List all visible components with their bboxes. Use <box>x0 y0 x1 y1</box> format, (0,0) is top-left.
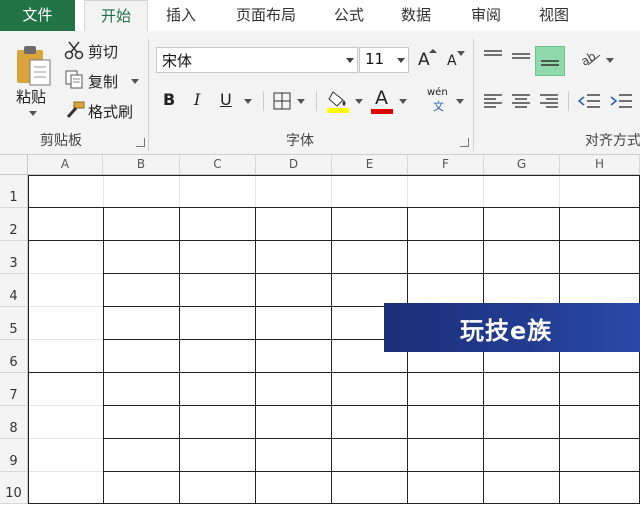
tab-home[interactable]: 开始 <box>84 0 148 32</box>
increase-font-label: A <box>418 50 430 70</box>
borders-dropdown-icon[interactable] <box>297 99 305 104</box>
scissors-icon <box>64 41 84 60</box>
font-color-dropdown-icon[interactable] <box>399 99 407 104</box>
font-color-label: A <box>375 87 388 109</box>
paste-label: 粘贴 <box>16 88 47 106</box>
copy-label: 复制 <box>88 73 119 91</box>
font-name-value: 宋体 <box>162 52 193 70</box>
align-left-icon[interactable] <box>484 93 502 109</box>
orientation-dropdown-icon[interactable] <box>606 58 614 63</box>
watermark-text: 玩技e族 <box>460 317 553 345</box>
paste-icon <box>17 46 51 86</box>
watermark-banner: 玩技e族 <box>384 303 640 352</box>
phonetic-bottom-label: 文 <box>433 100 444 113</box>
tab-view[interactable]: 视图 <box>530 0 578 31</box>
align-right-icon[interactable] <box>540 93 558 109</box>
group-divider <box>473 39 474 151</box>
font-size-select[interactable]: 11 <box>359 47 409 73</box>
underline-dropdown-icon[interactable] <box>244 99 252 104</box>
phonetic-dropdown-icon[interactable] <box>456 99 464 104</box>
align-top-icon[interactable] <box>484 49 502 63</box>
format-painter-label: 格式刷 <box>88 103 134 121</box>
paint-bucket-icon <box>327 91 349 113</box>
format-painter-icon <box>66 101 85 118</box>
alignment-group-label: 对齐方式 <box>585 133 640 149</box>
align-bottom-icon <box>541 60 559 66</box>
down-arrow-icon <box>457 51 465 56</box>
font-name-select[interactable]: 宋体 <box>156 47 358 73</box>
tab-file[interactable]: 文件 <box>0 0 75 31</box>
up-arrow-icon <box>429 49 437 53</box>
divider <box>568 91 569 111</box>
ribbon-tabs: 文件 开始 插入 页面布局 公式 数据 审阅 视图 <box>0 0 640 32</box>
phonetic-top-label: wén <box>427 87 448 98</box>
align-middle-icon[interactable] <box>512 49 530 63</box>
underline-label: U <box>220 90 232 109</box>
fill-color-dropdown-icon[interactable] <box>355 99 363 104</box>
text-orientation-icon: ab <box>580 49 601 67</box>
tab-insert[interactable]: 插入 <box>156 0 206 31</box>
tab-review[interactable]: 审阅 <box>462 0 510 31</box>
divider <box>263 91 264 111</box>
increase-indent-icon[interactable] <box>610 93 632 109</box>
copy-icon <box>65 70 83 89</box>
group-divider <box>148 39 149 151</box>
tab-data[interactable]: 数据 <box>392 0 440 31</box>
ribbon: 粘贴 剪切 复制 格式刷 剪贴板 宋体 11 A A B I U A wén 文… <box>0 31 640 155</box>
font-size-value: 11 <box>365 50 385 68</box>
tab-page-layout[interactable]: 页面布局 <box>226 0 306 31</box>
chevron-down-icon <box>346 58 354 63</box>
decrease-font-label: A <box>447 53 457 69</box>
font-launcher-icon[interactable] <box>460 138 469 147</box>
font-group-label: 字体 <box>286 133 314 149</box>
chevron-down-icon <box>397 58 405 63</box>
clipboard-launcher-icon[interactable] <box>136 138 145 147</box>
divider <box>316 91 317 111</box>
borders-icon <box>273 92 291 110</box>
bold-button[interactable]: B <box>163 90 175 109</box>
font-color-swatch <box>371 109 393 114</box>
decrease-indent-icon[interactable] <box>578 93 600 109</box>
tab-formulas[interactable]: 公式 <box>325 0 373 31</box>
cut-label: 剪切 <box>88 43 119 61</box>
align-bottom-button[interactable] <box>535 46 565 76</box>
align-center-icon[interactable] <box>512 93 530 109</box>
copy-dropdown-icon[interactable] <box>131 79 139 84</box>
clipboard-group-label: 剪贴板 <box>40 133 82 149</box>
paste-dropdown-icon[interactable] <box>29 111 37 116</box>
italic-button[interactable]: I <box>194 90 200 109</box>
